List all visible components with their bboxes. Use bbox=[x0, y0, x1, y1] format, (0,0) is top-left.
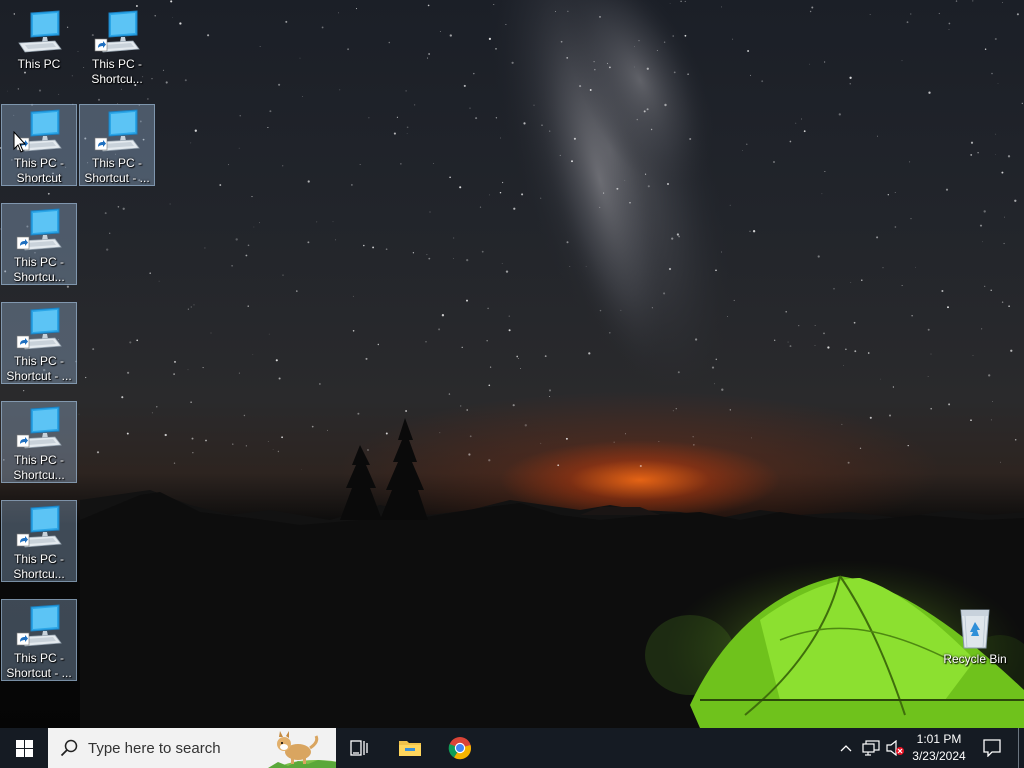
show-desktop-button[interactable] bbox=[1018, 728, 1019, 768]
this-pc-shortcut-icon bbox=[15, 207, 63, 255]
this-pc-shortcut-icon-item[interactable]: This PC - Shortcut - ... bbox=[79, 104, 155, 186]
mouse-cursor-icon bbox=[13, 131, 27, 153]
action-center-icon bbox=[983, 739, 1001, 757]
show-hidden-icons-button[interactable] bbox=[836, 728, 856, 768]
task-view-button[interactable] bbox=[336, 728, 384, 768]
desktop-icon-label: This PC - Shortcu... bbox=[91, 57, 143, 86]
this-pc-shortcut-icon bbox=[93, 108, 141, 156]
network-button[interactable] bbox=[860, 728, 882, 768]
desktop-icon-label: This PC - Shortcu... bbox=[13, 552, 65, 581]
this-pc-icon-item[interactable]: This PC bbox=[1, 5, 77, 87]
this-pc-shortcut-icon bbox=[15, 603, 63, 651]
this-pc-shortcut-icon-item[interactable]: This PC - Shortcut - ... bbox=[1, 599, 77, 681]
desktop-background[interactable]: This PC This PC - Shortcu... This PC - S… bbox=[0, 0, 1024, 728]
this-pc-shortcut-icon bbox=[15, 306, 63, 354]
file-explorer-button[interactable] bbox=[386, 728, 434, 768]
this-pc-shortcut-icon bbox=[15, 405, 63, 453]
clock-date: 3/23/2024 bbox=[912, 749, 966, 763]
taskbar: Type here to search 1:01 PM 3/23/2024 bbox=[0, 728, 1024, 768]
start-button[interactable] bbox=[0, 728, 48, 768]
desktop-icon-label: This PC - Shortcut - ... bbox=[84, 156, 150, 185]
desktop-icon-label: This PC - Shortcu... bbox=[13, 453, 65, 482]
action-center-button[interactable] bbox=[978, 728, 1006, 768]
this-pc-shortcut-icon-item[interactable]: This PC - Shortcu... bbox=[1, 401, 77, 483]
desktop-icon-label: This PC - Shortcu... bbox=[13, 255, 65, 284]
this-pc-shortcut-icon-item[interactable]: This PC - Shortcu... bbox=[1, 500, 77, 582]
this-pc-shortcut-icon-item[interactable]: This PC - Shortcu... bbox=[1, 203, 77, 285]
search-icon bbox=[60, 739, 78, 757]
search-input[interactable]: Type here to search bbox=[48, 728, 336, 768]
task-view-icon bbox=[350, 740, 368, 756]
chevron-up-icon bbox=[840, 745, 852, 752]
this-pc-shortcut-icon bbox=[15, 504, 63, 552]
desktop-icon-label: This PC - Shortcut bbox=[13, 156, 64, 185]
desktop-icon-label: This PC - Shortcut - ... bbox=[6, 354, 72, 383]
this-pc-shortcut-icon bbox=[93, 9, 141, 57]
folder-icon bbox=[399, 741, 421, 756]
chrome-button[interactable] bbox=[436, 728, 484, 768]
recycle-bin-icon-item[interactable]: Recycle Bin bbox=[937, 600, 1013, 682]
desktop-icon-label: This PC - Shortcut - ... bbox=[6, 651, 72, 680]
recycle-bin-icon bbox=[951, 604, 999, 652]
recycle-bin-label: Recycle Bin bbox=[943, 652, 1007, 666]
clock[interactable]: 1:01 PM 3/23/2024 bbox=[900, 728, 978, 768]
chrome-icon bbox=[448, 737, 472, 760]
clock-time: 1:01 PM bbox=[916, 732, 962, 746]
network-icon bbox=[862, 740, 880, 756]
this-pc-shortcut-icon-item[interactable]: This PC - Shortcut - ... bbox=[1, 302, 77, 384]
this-pc-icon bbox=[15, 9, 63, 57]
search-highlight-dog-icon bbox=[268, 731, 336, 768]
search-placeholder: Type here to search bbox=[88, 739, 221, 757]
desktop-icon-label: This PC bbox=[17, 57, 61, 71]
windows-logo-icon bbox=[15, 739, 33, 757]
this-pc-shortcut-icon-item[interactable]: This PC - Shortcu... bbox=[79, 5, 155, 87]
